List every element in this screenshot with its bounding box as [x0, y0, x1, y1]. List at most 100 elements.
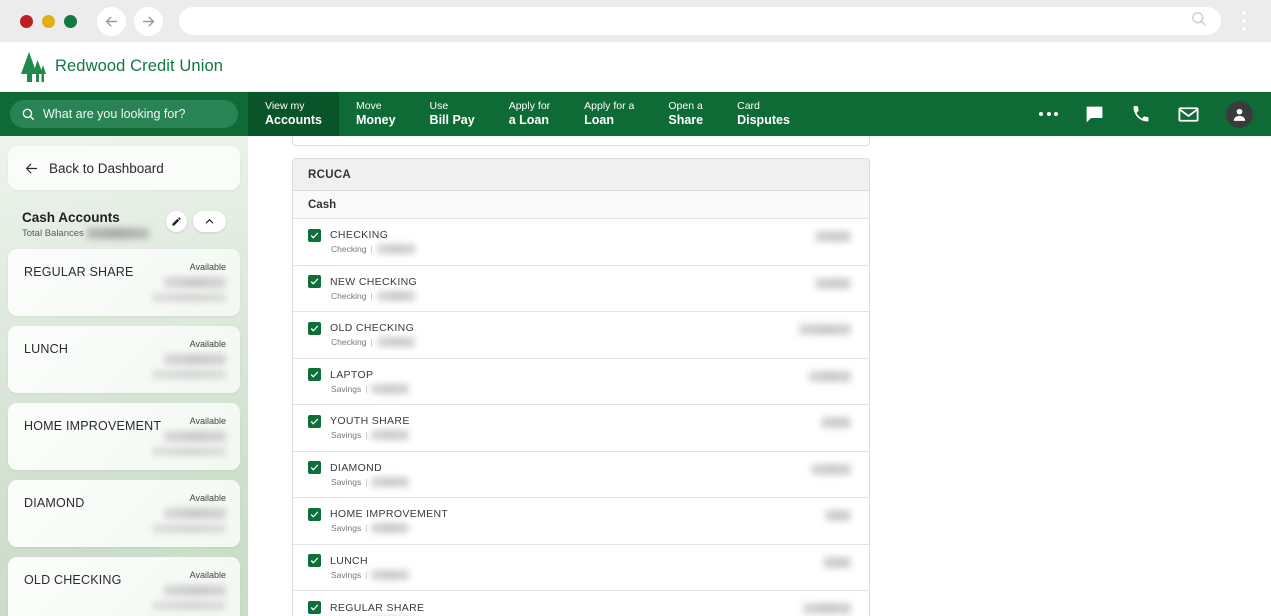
nav-item-move-money[interactable]: Move Money — [339, 92, 413, 136]
row-text: LUNCH Savings | — [330, 555, 410, 580]
row-masked-number — [376, 337, 415, 348]
nav-item-line1: Open a — [668, 99, 703, 112]
total-balances-value — [86, 228, 149, 239]
more-options-button[interactable] — [1039, 112, 1058, 116]
nav-item-line2: Share — [668, 112, 704, 127]
sidebar-account-balance — [164, 585, 226, 596]
row-text: HOME IMPROVEMENT Savings | — [330, 508, 448, 534]
user-avatar-button[interactable] — [1226, 100, 1253, 128]
table-row[interactable]: REGULAR SHARE Savings | — [293, 591, 869, 616]
group-title-cash: Cash — [293, 191, 869, 219]
table-row[interactable]: HOME IMPROVEMENT Savings | — [293, 498, 869, 545]
row-checkbox[interactable] — [308, 321, 321, 335]
row-checkbox[interactable] — [308, 275, 321, 289]
panel-title: RCUCA — [293, 159, 869, 191]
check-icon — [310, 418, 319, 425]
sidebar-account-name: HOME IMPROVEMENT — [24, 419, 162, 433]
nav-item-apply-for-a-loan-2[interactable]: Apply for a Loan — [567, 92, 651, 136]
row-amount — [823, 556, 851, 568]
sidebar-account-card[interactable]: DIAMOND Available — [8, 480, 240, 547]
forward-button[interactable] — [134, 6, 163, 36]
collapse-accounts-button[interactable] — [193, 211, 226, 232]
arrow-left-icon — [25, 163, 38, 173]
phone-icon — [1133, 106, 1149, 122]
sidebar-account-sub-balance — [152, 447, 226, 456]
table-row[interactable]: CHECKING Checking | — [293, 219, 869, 266]
site-header: Redwood Credit Union — [0, 42, 1271, 92]
row-separator: | — [370, 244, 373, 255]
sidebar-account-name: REGULAR SHARE — [24, 265, 134, 279]
search-icon[interactable] — [1190, 10, 1207, 32]
nav-item-open-a-share[interactable]: Open a Share — [651, 92, 720, 136]
mail-button[interactable] — [1177, 103, 1200, 126]
row-separator: | — [365, 569, 368, 580]
table-row[interactable]: OLD CHECKING Checking | — [293, 312, 869, 359]
sidebar-account-card[interactable]: REGULAR SHARE Available — [8, 249, 240, 316]
minimize-window-button[interactable] — [42, 14, 55, 28]
row-checkbox[interactable] — [308, 554, 321, 568]
nav-item-use-bill-pay[interactable]: Use Bill Pay — [413, 92, 492, 136]
nav-item-view-my-accounts[interactable]: View my Accounts — [248, 92, 339, 136]
row-account-name: REGULAR SHARE — [330, 601, 425, 614]
table-row[interactable]: YOUTH SHARE Savings | — [293, 405, 869, 452]
phone-button[interactable] — [1131, 104, 1151, 124]
total-balances-row: Total Balances — [22, 228, 149, 239]
check-icon — [310, 557, 319, 564]
sidebar-account-card[interactable]: HOME IMPROVEMENT Available — [8, 403, 240, 470]
row-separator: | — [365, 383, 368, 394]
table-row[interactable]: NEW CHECKING Checking | — [293, 266, 869, 312]
sidebar-account-card[interactable]: LUNCH Available — [8, 326, 240, 393]
kebab-dot — [1242, 19, 1246, 23]
edit-accounts-button[interactable] — [166, 211, 187, 232]
row-amount — [811, 463, 851, 475]
row-account-meta: Savings | — [330, 523, 448, 534]
row-separator: | — [365, 523, 368, 534]
cash-accounts-header: Cash Accounts Total Balances — [8, 210, 240, 239]
redwood-tree-logo-icon — [21, 51, 46, 82]
row-masked-number — [376, 244, 415, 255]
close-window-button[interactable] — [20, 14, 33, 28]
cash-accounts-title: Cash Accounts — [22, 210, 120, 225]
search-input[interactable]: What are you looking for? — [10, 100, 238, 128]
address-bar[interactable] — [179, 7, 1221, 35]
row-masked-number — [371, 523, 410, 534]
chat-button[interactable] — [1084, 104, 1105, 125]
row-account-name: NEW CHECKING — [330, 275, 418, 288]
cash-accounts-title-group: Cash Accounts Total Balances — [22, 210, 149, 239]
browser-navigation — [97, 6, 163, 36]
row-amount — [821, 417, 851, 428]
nav-item-card-disputes[interactable]: Card Disputes — [720, 92, 807, 136]
sidebar-available-label: Available — [189, 570, 226, 580]
check-icon — [310, 278, 319, 285]
table-row[interactable]: DIAMOND Savings | — [293, 452, 869, 498]
brand-logo[interactable]: Redwood Credit Union — [20, 51, 223, 82]
nav-utility-icons — [1039, 92, 1271, 136]
nav-item-apply-for-a-loan[interactable]: Apply for a Loan — [492, 92, 567, 136]
row-text: YOUTH SHARE Savings | — [330, 415, 410, 441]
row-checkbox[interactable] — [308, 228, 321, 242]
row-text: LAPTOP Savings | — [330, 369, 410, 394]
row-checkbox[interactable] — [308, 368, 321, 382]
row-masked-number — [376, 290, 415, 301]
row-amount — [799, 324, 851, 335]
sidebar-account-balance — [164, 431, 226, 442]
row-checkbox[interactable] — [308, 414, 321, 428]
maximize-window-button[interactable] — [64, 14, 77, 28]
table-row[interactable]: LUNCH Savings | — [293, 545, 869, 591]
row-account-meta: Savings | — [330, 383, 410, 394]
main-content: RCUCA Cash CHECKING Checking | NEW CHECK… — [248, 136, 1271, 616]
check-icon — [310, 604, 319, 611]
row-amount — [815, 277, 851, 289]
sidebar-account-name: OLD CHECKING — [24, 573, 122, 587]
row-checkbox[interactable] — [308, 461, 321, 475]
row-checkbox[interactable] — [308, 601, 321, 615]
browser-menu-button[interactable] — [1231, 11, 1257, 31]
back-button[interactable] — [97, 6, 126, 36]
sidebar-available-label: Available — [189, 493, 226, 503]
back-to-dashboard-button[interactable]: Back to Dashboard — [8, 146, 240, 190]
row-checkbox[interactable] — [308, 507, 321, 521]
row-account-type: Checking — [331, 290, 367, 301]
table-row[interactable]: LAPTOP Savings | — [293, 359, 869, 405]
sidebar-account-balance — [164, 277, 226, 288]
sidebar-account-card[interactable]: OLD CHECKING Available — [8, 557, 240, 616]
